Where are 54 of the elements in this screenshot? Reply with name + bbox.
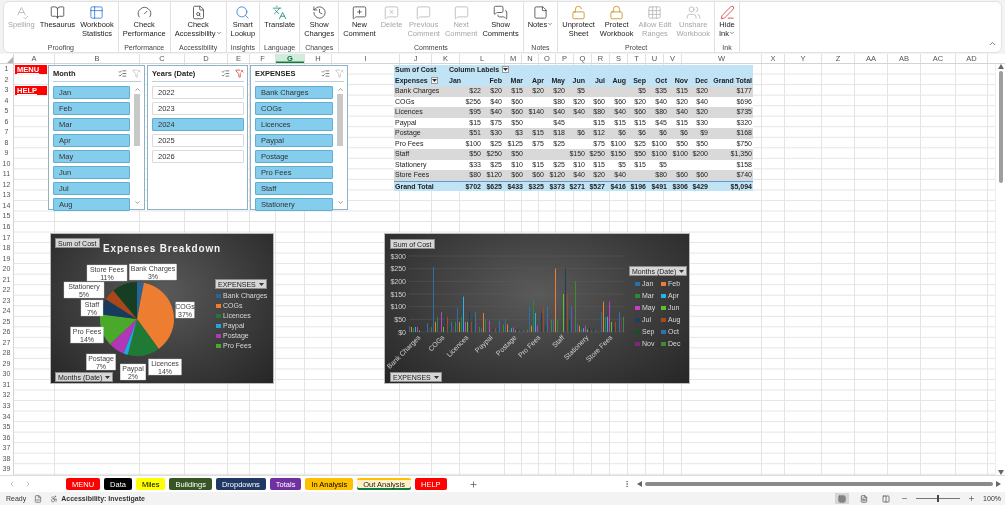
- scroll-thumb[interactable]: [998, 71, 1003, 183]
- comment-icon: [416, 5, 432, 20]
- next-sheet-icon[interactable]: [24, 480, 32, 488]
- note-icon: [533, 5, 548, 20]
- scroll-thumb[interactable]: [337, 94, 343, 146]
- scrollbar[interactable]: [995, 64, 1005, 475]
- scroll-left-icon[interactable]: [636, 481, 642, 487]
- caret-icon: [729, 29, 736, 36]
- dropdown-icon: [431, 78, 437, 82]
- document-search-icon: [190, 5, 206, 20]
- grid-icon: [647, 5, 663, 20]
- dropdown-icon: [433, 375, 439, 379]
- pen-icon: [719, 5, 735, 20]
- multi-select-icon[interactable]: [221, 69, 230, 78]
- lock-icon: [609, 5, 625, 20]
- history-icon: [311, 5, 327, 20]
- multi-select-icon[interactable]: [118, 69, 127, 78]
- dropdown-icon: [503, 68, 509, 72]
- book-icon: [49, 5, 65, 20]
- caret-icon: [215, 29, 222, 36]
- slider-thumb[interactable]: [937, 495, 940, 502]
- normal-view-button[interactable]: [835, 493, 850, 504]
- macro-icon[interactable]: [34, 494, 43, 503]
- dropdown-icon: [258, 282, 264, 286]
- search-icon: [235, 5, 251, 20]
- scroll-thumb[interactable]: [644, 482, 993, 486]
- collapse-icon[interactable]: [988, 39, 997, 48]
- scrollbar[interactable]: [336, 86, 344, 206]
- users-icon: [685, 5, 701, 20]
- select-all-icon[interactable]: [7, 57, 13, 63]
- filter-dropdown-button[interactable]: [502, 66, 510, 74]
- table-icon: [89, 5, 105, 20]
- filter-dropdown-button[interactable]: [430, 76, 438, 84]
- comment-add-icon: [351, 5, 367, 20]
- dropdown-icon: [679, 269, 685, 273]
- add-sheet-icon[interactable]: [468, 479, 478, 489]
- chart-title: Expenses Breakdown: [103, 243, 221, 254]
- accessibility-icon[interactable]: [50, 494, 59, 503]
- translate-icon: [272, 5, 288, 20]
- caret-icon: [547, 21, 554, 27]
- unlock-icon: [571, 5, 587, 20]
- scroll-thumb[interactable]: [134, 94, 140, 146]
- zoom-out-icon[interactable]: [901, 495, 909, 502]
- multi-select-icon[interactable]: [321, 69, 330, 78]
- comments-icon: [493, 5, 509, 20]
- scrollbar[interactable]: [133, 86, 141, 206]
- comment-delete-icon: [384, 5, 400, 20]
- comment-icon: [453, 5, 469, 20]
- previous-sheet-icon[interactable]: [8, 480, 16, 488]
- scroll-right-icon[interactable]: [996, 481, 1001, 487]
- dropdown-icon: [105, 375, 111, 379]
- gauge-icon: [136, 5, 152, 20]
- clear-filter-icon[interactable]: [235, 69, 244, 78]
- zoom-in-icon[interactable]: [968, 495, 976, 502]
